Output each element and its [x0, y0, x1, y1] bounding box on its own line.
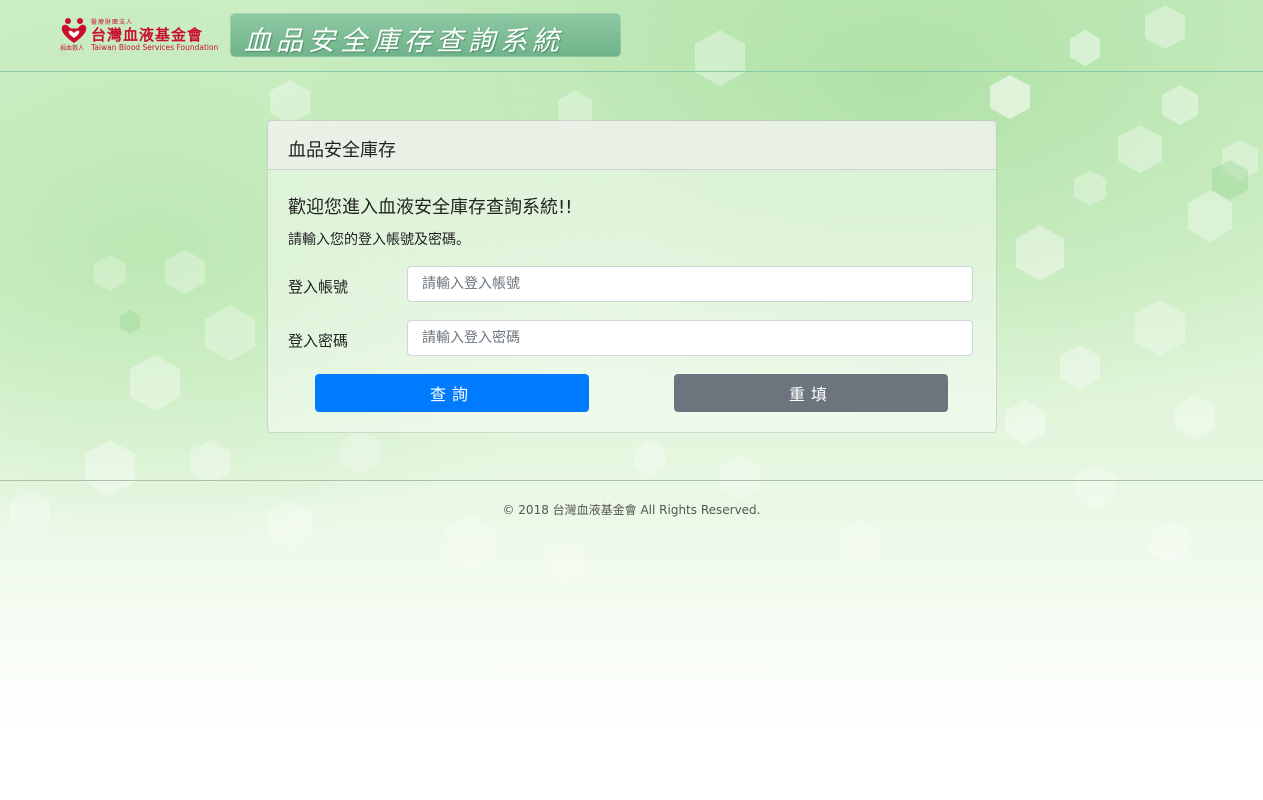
logo-name-chinese: 台灣血液基金會 [91, 26, 204, 44]
footer-divider [0, 480, 1263, 481]
query-button[interactable]: 查詢 [315, 374, 589, 412]
login-instruction: 請輸入您的登入帳號及密碼。 [288, 232, 470, 248]
site-header: 醫療財團法人 台灣血液基金會 捐血救人 Taiwan Blood Service… [0, 0, 1263, 72]
footer-copyright: © 2018 台灣血液基金會 All Rights Reserved. [502, 503, 761, 517]
logo-name-english: Taiwan Blood Services Foundation [91, 43, 219, 52]
card-header: 血品安全庫存 [268, 121, 996, 170]
card-title: 血品安全庫存 [288, 140, 396, 161]
username-label: 登入帳號 [288, 278, 349, 296]
foundation-logo[interactable]: 醫療財團法人 台灣血液基金會 捐血救人 Taiwan Blood Service… [60, 14, 220, 54]
system-title: 血品安全庫存查詢系統 [244, 26, 564, 57]
password-label: 登入密碼 [288, 332, 349, 350]
login-card: 血品安全庫存 歡迎您進入血液安全庫存查詢系統!! 請輸入您的登入帳號及密碼。 登… [267, 120, 997, 433]
welcome-message: 歡迎您進入血液安全庫存查詢系統!! [288, 197, 573, 218]
blood-drop-heart-icon [61, 18, 87, 43]
logo-slogan: 捐血救人 [60, 45, 85, 52]
reset-button[interactable]: 重填 [674, 374, 948, 412]
system-title-banner: 血品安全庫存查詢系統 [230, 13, 621, 57]
username-input[interactable] [407, 266, 973, 302]
password-input[interactable] [407, 320, 973, 356]
